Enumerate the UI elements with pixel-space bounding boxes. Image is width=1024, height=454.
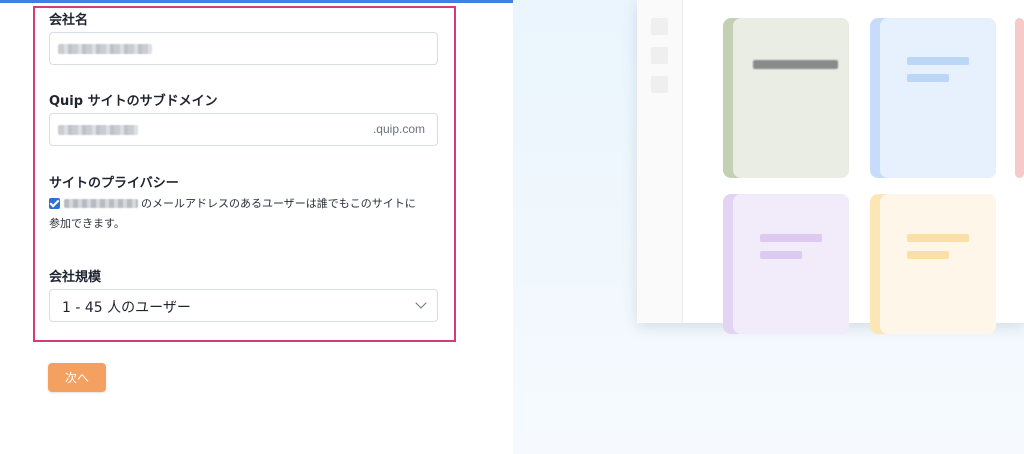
subdomain-input[interactable]: .quip.com [49,113,438,146]
privacy-text-line1: のメールアドレスのあるユーザーは誰でもこのサイトに [141,197,416,210]
doc-text-line [760,251,802,259]
doc-text-line [760,234,822,242]
next-button[interactable]: 次へ [48,363,106,392]
subdomain-suffix: .quip.com [372,122,425,136]
company-name-label: 会社名 [49,13,89,28]
doc-text-line [907,57,969,65]
doc-text-line [907,74,949,82]
company-size-value: 1 - 45 人のユーザー [62,300,191,316]
privacy-text-line2: 参加できます。 [49,217,125,230]
doc-card-red-partial [1015,18,1024,178]
company-size-select[interactable]: 1 - 45 人のユーザー [49,289,438,322]
company-name-input[interactable] [49,32,438,65]
doc-text-line [907,251,949,259]
sidebar-placeholder-icon [651,47,668,64]
subdomain-label: Quip サイトのサブドメイン [49,94,218,109]
privacy-label: サイトのプライバシー [49,176,179,191]
privacy-description: のメールアドレスのあるユーザーは誰でもこのサイトに 参加できます。 [49,194,444,234]
redacted-subdomain [58,125,138,135]
doc-card-purple [723,194,849,334]
doc-text-line [907,234,969,242]
doc-card-yellow [870,194,996,334]
company-size-label: 会社規模 [49,270,102,285]
sidebar-placeholder-icon [651,18,668,35]
redacted-company-name [58,44,152,54]
app-preview-illustration [637,0,1024,334]
preview-sidebar [637,0,683,323]
chevron-down-icon [415,297,427,309]
doc-title-redacted [753,60,838,69]
sidebar-placeholder-icon [651,76,668,93]
doc-card-blue [870,18,996,178]
doc-card-green [723,18,849,178]
